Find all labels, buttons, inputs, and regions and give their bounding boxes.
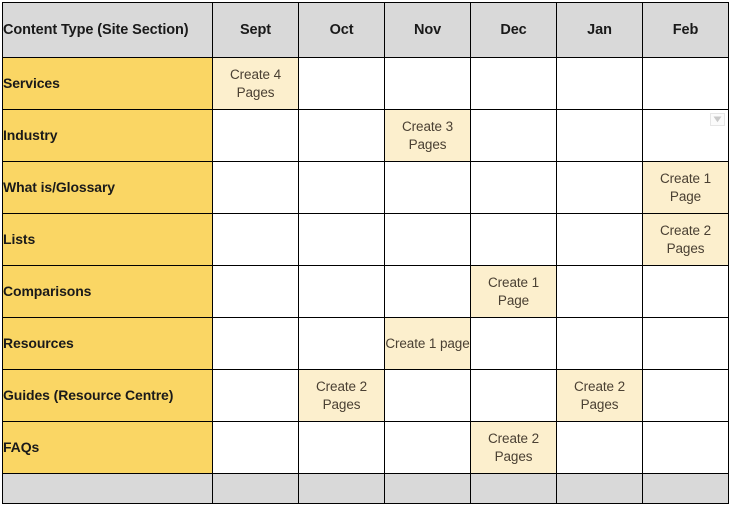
row-label-faqs: FAQs [2, 421, 213, 474]
footer-cell-jan[interactable] [556, 473, 643, 504]
cell-what-is-glossary-dec[interactable] [470, 161, 557, 214]
cell-what-is-glossary-feb[interactable]: Create 1 Page [642, 161, 729, 214]
footer-cell-oct[interactable] [298, 473, 385, 504]
cell-faqs-oct[interactable] [298, 421, 385, 474]
cell-what-is-glossary-sept[interactable] [212, 161, 299, 214]
cell-guides-nov[interactable] [384, 369, 471, 422]
footer-cell-label[interactable] [2, 473, 213, 504]
cell-comparisons-jan[interactable] [556, 265, 643, 318]
table-row: Lists Create 2 Pages [2, 213, 729, 266]
row-label-comparisons: Comparisons [2, 265, 213, 318]
cell-faqs-feb[interactable] [642, 421, 729, 474]
cell-resources-nov[interactable]: Create 1 page [384, 317, 471, 370]
cell-services-sept[interactable]: Create 4 Pages [212, 57, 299, 110]
footer-cell-dec[interactable] [470, 473, 557, 504]
cell-industry-dec[interactable] [470, 109, 557, 162]
cell-guides-feb[interactable] [642, 369, 729, 422]
cell-services-dec[interactable] [470, 57, 557, 110]
cell-lists-oct[interactable] [298, 213, 385, 266]
cell-comparisons-oct[interactable] [298, 265, 385, 318]
cell-resources-dec[interactable] [470, 317, 557, 370]
cell-industry-sept[interactable] [212, 109, 299, 162]
cell-faqs-jan[interactable] [556, 421, 643, 474]
cell-guides-oct[interactable]: Create 2 Pages [298, 369, 385, 422]
cell-lists-feb[interactable]: Create 2 Pages [642, 213, 729, 266]
header-content-type: Content Type (Site Section) [2, 2, 213, 58]
row-label-industry: Industry [2, 109, 213, 162]
cell-lists-nov[interactable] [384, 213, 471, 266]
cell-resources-feb[interactable] [642, 317, 729, 370]
cell-what-is-glossary-oct[interactable] [298, 161, 385, 214]
chevron-down-icon[interactable] [710, 113, 725, 126]
cell-industry-oct[interactable] [298, 109, 385, 162]
row-label-what-is-glossary: What is/Glossary [2, 161, 213, 214]
header-month-oct: Oct [298, 2, 385, 58]
table-header-row: Content Type (Site Section) Sept Oct Nov… [2, 2, 729, 58]
cell-resources-oct[interactable] [298, 317, 385, 370]
header-month-feb: Feb [642, 2, 729, 58]
header-month-sept: Sept [212, 2, 299, 58]
cell-industry-jan[interactable] [556, 109, 643, 162]
cell-services-nov[interactable] [384, 57, 471, 110]
footer-cell-nov[interactable] [384, 473, 471, 504]
table-row: What is/Glossary Create 1 Page [2, 161, 729, 214]
table-row: Comparisons Create 1 Page [2, 265, 729, 318]
table-row: FAQs Create 2 Pages [2, 421, 729, 474]
cell-services-feb[interactable] [642, 57, 729, 110]
cell-lists-dec[interactable] [470, 213, 557, 266]
spreadsheet-canvas: Content Type (Site Section) Sept Oct Nov… [0, 2, 730, 505]
row-label-guides: Guides (Resource Centre) [2, 369, 213, 422]
cell-industry-feb[interactable] [642, 109, 729, 162]
header-month-nov: Nov [384, 2, 471, 58]
table-row: Services Create 4 Pages [2, 57, 729, 110]
cell-comparisons-dec[interactable]: Create 1 Page [470, 265, 557, 318]
cell-faqs-sept[interactable] [212, 421, 299, 474]
cell-lists-jan[interactable] [556, 213, 643, 266]
header-month-dec: Dec [470, 2, 557, 58]
cell-faqs-dec[interactable]: Create 2 Pages [470, 421, 557, 474]
header-month-jan: Jan [556, 2, 643, 58]
cell-industry-nov[interactable]: Create 3 Pages [384, 109, 471, 162]
footer-cell-sept[interactable] [212, 473, 299, 504]
table-row: Resources Create 1 page [2, 317, 729, 370]
cell-guides-sept[interactable] [212, 369, 299, 422]
cell-resources-jan[interactable] [556, 317, 643, 370]
cell-guides-jan[interactable]: Create 2 Pages [556, 369, 643, 422]
content-calendar-table: Content Type (Site Section) Sept Oct Nov… [2, 2, 729, 504]
footer-cell-feb[interactable] [642, 473, 729, 504]
cell-resources-sept[interactable] [212, 317, 299, 370]
cell-comparisons-nov[interactable] [384, 265, 471, 318]
cell-services-jan[interactable] [556, 57, 643, 110]
cell-guides-dec[interactable] [470, 369, 557, 422]
table-row: Guides (Resource Centre) Create 2 Pages … [2, 369, 729, 422]
table-footer-row [2, 473, 729, 504]
cell-comparisons-feb[interactable] [642, 265, 729, 318]
cell-comparisons-sept[interactable] [212, 265, 299, 318]
row-label-services: Services [2, 57, 213, 110]
cell-what-is-glossary-jan[interactable] [556, 161, 643, 214]
table-row: Industry Create 3 Pages [2, 109, 729, 162]
row-label-resources: Resources [2, 317, 213, 370]
cell-faqs-nov[interactable] [384, 421, 471, 474]
cell-lists-sept[interactable] [212, 213, 299, 266]
cell-services-oct[interactable] [298, 57, 385, 110]
row-label-lists: Lists [2, 213, 213, 266]
cell-what-is-glossary-nov[interactable] [384, 161, 471, 214]
